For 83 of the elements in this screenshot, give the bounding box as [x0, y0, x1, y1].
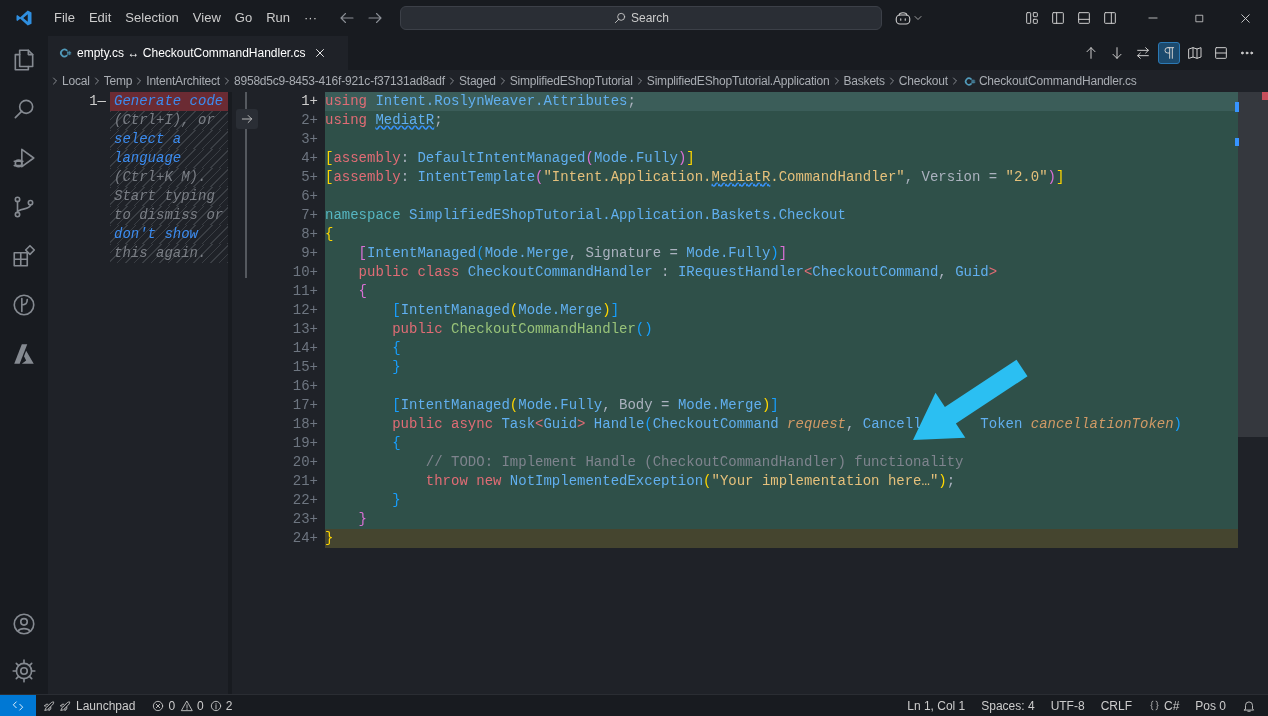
line-number: 1+ [300, 92, 318, 111]
code-line: } [325, 530, 334, 546]
line-number: 9+ [300, 244, 318, 263]
menu-item[interactable]: Edit [82, 6, 118, 30]
search-label: Search [631, 10, 669, 27]
line-number: 5+ [300, 168, 318, 187]
hint-text: this again. [114, 245, 207, 261]
line-number: 19+ [291, 434, 318, 453]
code-line: namespace SimplifiedEShopTutorial.Application.Baskets.Checkout [325, 207, 846, 223]
line-number: 10+ [291, 263, 318, 282]
status-item[interactable]: UTF-8 [1050, 696, 1085, 715]
line-number: 21+ [291, 472, 318, 491]
status-item[interactable]: CRLF [1100, 696, 1132, 715]
code-line: { [391, 435, 401, 451]
code-line: using MediatR; [325, 112, 443, 128]
search-box[interactable]: Search [400, 6, 882, 30]
menu-item[interactable]: Selection [119, 6, 185, 30]
code-line: { [325, 226, 334, 242]
menu-item[interactable]: View [186, 6, 227, 30]
line-number: 22+ [291, 491, 318, 510]
error-count[interactable]: 0 [168, 696, 176, 715]
code-line: } [391, 359, 401, 375]
menu-item[interactable]: ··· [298, 6, 323, 30]
hint-text: to dismiss or [114, 207, 224, 223]
line-number: 7+ [300, 206, 318, 225]
line-number: 24+ [291, 529, 318, 548]
code-line: [IntentManaged(Mode.Fully, Body = Mode.Merge)] [391, 397, 779, 413]
line-number: 16+ [291, 377, 318, 396]
menu-item[interactable]: File [48, 6, 81, 30]
breadcrumb-item[interactable]: IntentArchitect [145, 72, 221, 90]
line-number: 3+ [300, 130, 318, 149]
breadcrumb-item[interactable]: 8958d5c9-8453-416f-921c-f37131ad8adf [232, 72, 446, 90]
tab-label: empty.cs ↔ CheckoutCommandHandler.cs [77, 45, 306, 62]
code-line: throw new NotImplementedException("Your implementation here…"); [424, 473, 956, 489]
launchpad-label[interactable]: Launchpad [76, 696, 136, 715]
line-number: 13+ [291, 320, 318, 339]
breadcrumb-item[interactable]: Checkout [897, 72, 949, 90]
hint-text: (Ctrl+I), or [114, 112, 215, 128]
code-line: [IntentManaged(Mode.Merge, Signature = Mode.Fully)] [357, 245, 788, 261]
code-line: { [357, 283, 367, 299]
code-line: [IntentManaged(Mode.Merge)] [391, 302, 620, 318]
breadcrumb-item[interactable]: SimplifiedEShopTutorial.Application [645, 72, 831, 90]
line-number: 8+ [300, 225, 318, 244]
line-number: 1— [88, 92, 106, 111]
language-mode[interactable]: C# [1163, 696, 1180, 715]
code-line: public async Task<Guid> Handle(CheckoutCommand request, Cancell Token cancellationToken) [391, 416, 1182, 432]
breadcrumb-item[interactable]: Baskets [842, 72, 886, 90]
warning-count[interactable]: 0 [197, 696, 204, 715]
menu-item[interactable]: Go [228, 6, 259, 30]
line-number: 12+ [291, 301, 318, 320]
line-number: 2+ [300, 111, 318, 130]
code-line: } [391, 492, 401, 508]
line-number: 14+ [291, 339, 318, 358]
status-item[interactable]: Spaces: 4 [981, 696, 1035, 715]
code-line: using Intent.RoslynWeaver.Attributes; [325, 93, 636, 109]
hint-link[interactable]: select a [114, 131, 182, 147]
code-line: // TODO: Implement Handle (CheckoutCommandHandler) functionality [424, 454, 964, 470]
breadcrumb-item[interactable]: CheckoutCommandHandler.cs [977, 72, 1138, 90]
line-number: 18+ [291, 415, 318, 434]
status-item[interactable]: Pos 0 [1195, 696, 1226, 715]
line-number: 4+ [300, 149, 318, 168]
line-number: 6+ [300, 187, 318, 206]
line-number: 17+ [291, 396, 318, 415]
code-line: [assembly: DefaultIntentManaged(Mode.Fully)] [325, 150, 695, 166]
breadcrumb-item[interactable]: Local [61, 72, 91, 90]
editor-tab[interactable]: empty.cs ↔ CheckoutCommandHandler.cs [48, 36, 348, 70]
code-line: } [357, 511, 367, 527]
line-number: 23+ [291, 510, 318, 529]
breadcrumb-item[interactable]: SimplifiedEShopTutorial [508, 72, 634, 90]
status-item[interactable]: Ln 1, Col 1 [907, 696, 966, 715]
breadcrumb-item[interactable]: Temp [102, 72, 134, 90]
info-count[interactable]: 2 [225, 696, 233, 715]
code-line: { [391, 340, 401, 356]
line-number: 11+ [291, 282, 318, 301]
code-line: public CheckoutCommandHandler() [391, 321, 653, 337]
hint-text: (Ctrl+K M). [114, 169, 207, 185]
breadcrumb-item[interactable]: Staged [457, 72, 497, 90]
code-line: [assembly: IntentTemplate("Intent.Application.MediatR.CommandHandler", Version = "2.0")] [325, 169, 1065, 185]
menu-item[interactable]: Run [260, 6, 296, 30]
line-number: 20+ [291, 453, 318, 472]
line-number: 15+ [291, 358, 318, 377]
hint-text: Start typing [114, 188, 215, 204]
code-line: public class CheckoutCommandHandler : IRequestHandler<CheckoutCommand, Guid> [357, 264, 998, 280]
